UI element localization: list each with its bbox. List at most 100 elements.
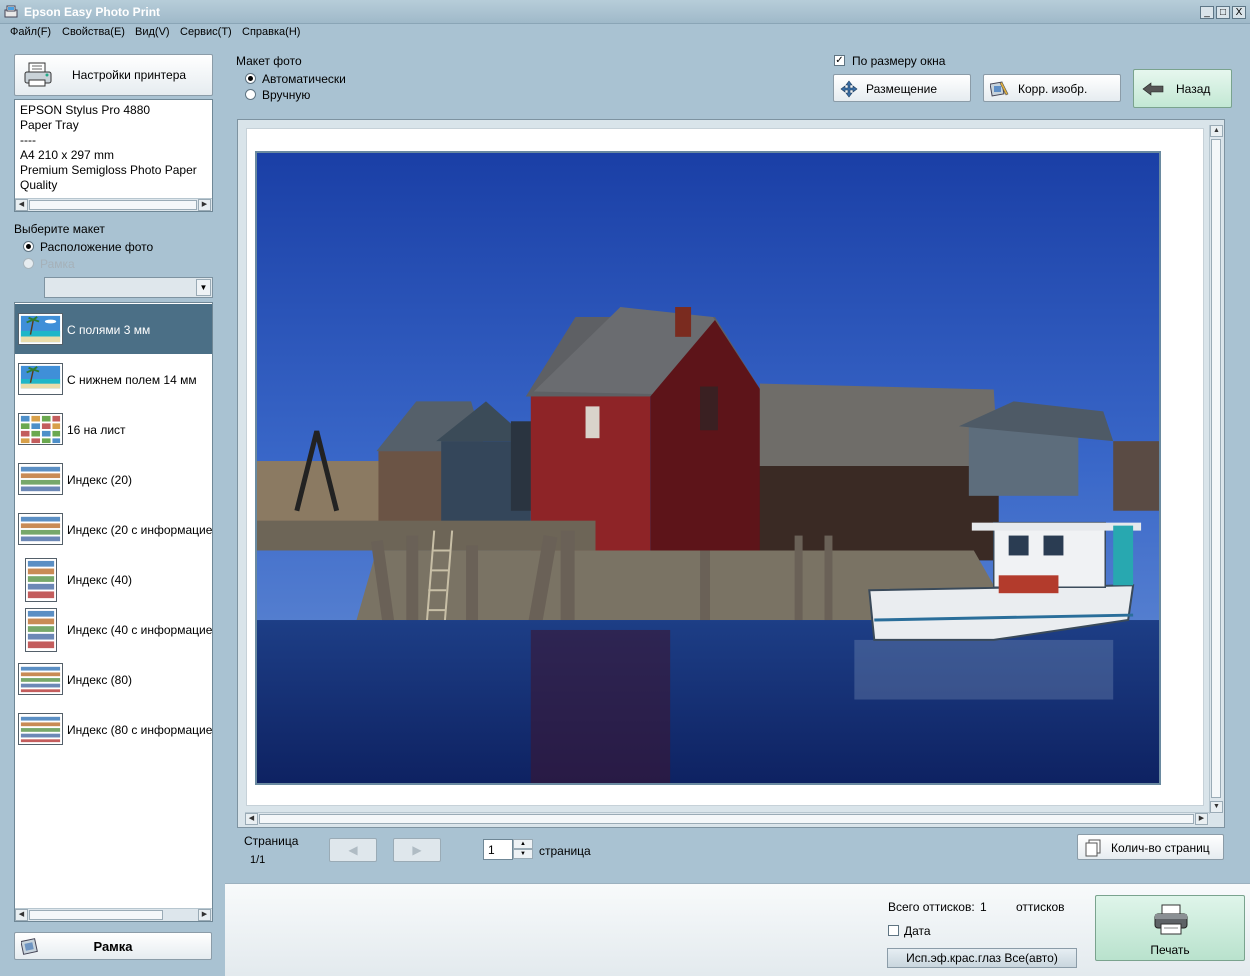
- spin-down-icon[interactable]: ▼: [513, 849, 533, 859]
- layout-item-16-per-sheet[interactable]: 16 на лист: [15, 404, 212, 454]
- photo-layout-radio[interactable]: [23, 241, 34, 252]
- scroll-left-arrow[interactable]: ◀: [15, 909, 28, 921]
- print-label: Печать: [1150, 943, 1190, 957]
- index-thumbnail-icon: [18, 513, 63, 545]
- move-arrows-icon: [840, 80, 858, 98]
- menu-help[interactable]: Справка(H): [242, 26, 300, 38]
- scroll-thumb[interactable]: [29, 200, 197, 210]
- page-count-button[interactable]: Колич-во страниц: [1077, 834, 1224, 860]
- page-label: Страница: [244, 834, 299, 848]
- scroll-right-arrow[interactable]: ▶: [198, 199, 211, 211]
- grid-thumbnail-icon: [18, 413, 63, 445]
- layout-item-label: С нижнем полем 14 мм: [67, 373, 197, 387]
- window-title: Epson Easy Photo Print: [24, 5, 161, 19]
- scroll-thumb[interactable]: [1211, 139, 1221, 798]
- minimize-button[interactable]: _: [1200, 6, 1214, 19]
- layout-item-index-80[interactable]: Индекс (80): [15, 654, 212, 704]
- page-count-label: Колич-во страниц: [1111, 841, 1210, 855]
- layout-item-label: Индекс (80 с информацией): [67, 723, 213, 737]
- layout-item-index-40-info[interactable]: Индекс (40 с информацией): [15, 604, 212, 654]
- printer-settings-button[interactable]: Настройки принтера: [14, 54, 213, 96]
- prev-page-button[interactable]: ◀: [329, 838, 377, 862]
- fit-window-checkbox[interactable]: ✓: [834, 55, 845, 66]
- auto-layout-label: Автоматически: [262, 72, 346, 86]
- layout-item-label: Индекс (40 с информацией): [67, 623, 213, 637]
- printer-settings-icon: [24, 62, 52, 87]
- layout-item-label: Индекс (40): [67, 573, 132, 587]
- scroll-right-arrow[interactable]: ▶: [1195, 813, 1208, 825]
- manual-layout-label: Вручную: [262, 88, 311, 102]
- menu-tools[interactable]: Сервис(T): [180, 26, 232, 38]
- scroll-left-arrow[interactable]: ◀: [245, 813, 258, 825]
- chevron-down-icon: ▼: [196, 279, 211, 296]
- layout-item-label: Индекс (80): [67, 673, 132, 687]
- menu-bar: Файл(F) Свойства(E) Вид(V) Сервис(T) Спр…: [0, 24, 1250, 42]
- layout-list-scrollbar[interactable]: ◀ ▶: [15, 908, 212, 921]
- index-thumbnail-icon: [18, 663, 63, 695]
- page-spinner[interactable]: ▲ ▼: [513, 839, 533, 860]
- beach-thumbnail-icon: [18, 363, 63, 395]
- preview-horizontal-scrollbar[interactable]: ◀ ▶: [245, 812, 1209, 825]
- page-count: 1/1: [250, 854, 266, 866]
- app-icon: [4, 5, 18, 18]
- scroll-thumb[interactable]: [29, 910, 163, 920]
- image-correction-button[interactable]: Корр. изобр.: [983, 74, 1121, 102]
- image-correction-icon: [990, 81, 1009, 97]
- frame-select: ▼: [44, 277, 213, 298]
- page-number-input[interactable]: [483, 839, 513, 860]
- index-thumbnail-icon: [18, 713, 63, 745]
- layout-item-index-80-info[interactable]: Индекс (80 с информацией): [15, 704, 212, 754]
- auto-layout-radio[interactable]: [245, 73, 256, 84]
- preview-vertical-scrollbar[interactable]: ▲ ▼: [1209, 125, 1223, 814]
- harbor-photo[interactable]: [255, 151, 1161, 785]
- layout-item-borders-3mm[interactable]: С полями 3 мм: [15, 304, 212, 354]
- photo-layout-label: Расположение фото: [40, 240, 154, 254]
- close-button[interactable]: X: [1232, 6, 1246, 19]
- frame-radio: [23, 258, 34, 269]
- fit-window-label: По размеру окна: [852, 54, 946, 68]
- beach-thumbnail-icon: [18, 313, 63, 345]
- date-checkbox[interactable]: [888, 925, 899, 936]
- layout-item-label: Индекс (20 с информацией): [67, 523, 213, 537]
- manual-layout-radio[interactable]: [245, 89, 256, 100]
- title-bar: Epson Easy Photo Print _ □ X: [0, 0, 1250, 24]
- frame-radio-label: Рамка: [40, 257, 75, 271]
- back-button[interactable]: Назад: [1133, 69, 1232, 108]
- next-page-button[interactable]: ▶: [393, 838, 441, 862]
- layout-item-index-20[interactable]: Индекс (20): [15, 454, 212, 504]
- frame-button[interactable]: Рамка: [14, 932, 212, 960]
- scroll-up-arrow[interactable]: ▲: [1210, 125, 1223, 137]
- pages-icon: [1085, 839, 1101, 857]
- placement-button[interactable]: Размещение: [833, 74, 971, 102]
- scroll-thumb[interactable]: [259, 814, 1194, 824]
- index-thumbnail-icon: [25, 558, 57, 602]
- layout-item-label: С полями 3 мм: [67, 323, 151, 337]
- layout-list[interactable]: С полями 3 мм С нижнем полем 14 мм 16 на…: [14, 302, 213, 922]
- layout-item-index-20-info[interactable]: Индекс (20 с информацией): [15, 504, 212, 554]
- print-button[interactable]: Печать: [1095, 895, 1245, 961]
- maximize-button[interactable]: □: [1216, 6, 1230, 19]
- scroll-left-arrow[interactable]: ◀: [15, 199, 28, 211]
- menu-properties[interactable]: Свойства(E): [62, 26, 125, 38]
- layout-item-label: 16 на лист: [67, 423, 126, 437]
- back-arrow-icon: [1142, 82, 1164, 96]
- layout-item-bottom-border-14mm[interactable]: С нижнем полем 14 мм: [15, 354, 212, 404]
- scroll-down-arrow[interactable]: ▼: [1210, 801, 1223, 813]
- index-thumbnail-icon: [25, 608, 57, 652]
- printer-icon: [1154, 904, 1188, 935]
- date-label: Дата: [904, 924, 931, 938]
- back-label: Назад: [1176, 82, 1211, 96]
- index-thumbnail-icon: [18, 463, 63, 495]
- page-suffix-label: страница: [539, 844, 591, 858]
- layout-item-label: Индекс (20): [67, 473, 132, 487]
- spin-up-icon[interactable]: ▲: [513, 839, 533, 849]
- red-eye-button[interactable]: Исп.эф.крас.глаз Все(авто): [887, 948, 1077, 968]
- scroll-right-arrow[interactable]: ▶: [198, 909, 211, 921]
- placement-label: Размещение: [866, 82, 937, 96]
- menu-view[interactable]: Вид(V): [135, 26, 170, 38]
- menu-file[interactable]: Файл(F): [10, 26, 51, 38]
- printer-info-scrollbar[interactable]: ◀ ▶: [15, 198, 212, 211]
- printer-settings-label: Настройки принтера: [72, 68, 187, 82]
- layout-item-index-40[interactable]: Индекс (40): [15, 554, 212, 604]
- photo-layout-heading: Макет фото: [236, 54, 302, 68]
